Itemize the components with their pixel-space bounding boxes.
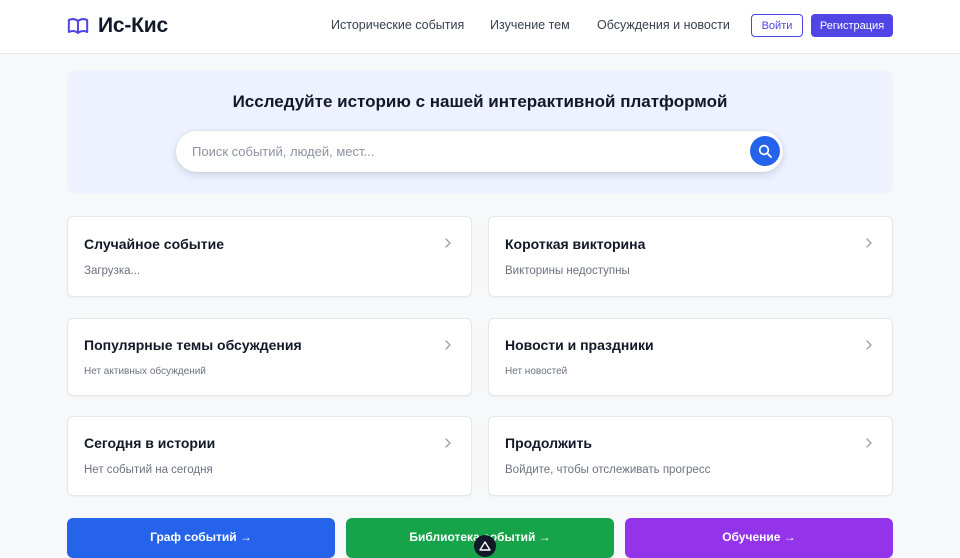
card-title: Продолжить: [505, 435, 592, 451]
nav-link-historical-events[interactable]: Исторические события: [331, 18, 464, 32]
floating-triangle-icon[interactable]: [474, 535, 496, 557]
triangle-icon: [479, 541, 491, 551]
search-button[interactable]: [750, 136, 780, 166]
card-subtitle: Загрузка...: [84, 265, 141, 277]
top-navbar: Ис-Кис Исторические события Изучение тем…: [0, 0, 960, 54]
chevron-right-icon: [445, 238, 451, 248]
card-news-holidays[interactable]: Новости и праздники Нет новостей: [488, 318, 893, 396]
card-random-event[interactable]: Случайное событие Загрузка...: [67, 216, 472, 297]
login-button[interactable]: Войти: [751, 14, 803, 37]
card-subtitle: Нет активных обсуждений: [84, 366, 206, 377]
chevron-right-icon: [866, 438, 872, 448]
card-title: Сегодня в истории: [84, 435, 216, 451]
card-quick-quiz[interactable]: Короткая викторина Викторины недоступны: [488, 216, 893, 297]
nav-link-topics[interactable]: Изучение тем: [490, 18, 570, 32]
card-title: Короткая викторина: [505, 236, 646, 252]
chevron-right-icon: [866, 238, 872, 248]
card-title: Новости и праздники: [505, 337, 654, 353]
nav-link-discussions-news[interactable]: Обсуждения и новости: [597, 18, 730, 32]
search-icon: [758, 144, 772, 158]
brand-name: Ис-Кис: [98, 14, 168, 37]
card-subtitle: Нет событий на сегодня: [84, 464, 213, 476]
learning-button[interactable]: Обучение →: [625, 518, 893, 558]
search-bar: [176, 131, 783, 172]
register-button[interactable]: Регистрация: [811, 14, 893, 37]
search-input[interactable]: [192, 131, 732, 172]
card-subtitle: Викторины недоступны: [505, 265, 630, 277]
hero-title: Исследуйте историю с нашей интерактивной…: [232, 92, 728, 111]
card-popular-topics[interactable]: Популярные темы обсуждения Нет активных …: [67, 318, 472, 396]
card-today-in-history[interactable]: Сегодня в истории Нет событий на сегодня: [67, 416, 472, 496]
chevron-right-icon: [866, 340, 872, 350]
card-subtitle: Нет новостей: [505, 366, 568, 377]
chevron-right-icon: [445, 340, 451, 350]
chevron-right-icon: [445, 438, 451, 448]
card-title: Случайное событие: [84, 236, 224, 252]
card-title: Популярные темы обсуждения: [84, 337, 302, 353]
hero-section: Исследуйте историю с нашей интерактивной…: [67, 70, 893, 194]
open-book-icon: [67, 18, 89, 34]
brand-logo[interactable]: Ис-Кис: [67, 13, 168, 39]
card-subtitle: Войдите, чтобы отслеживать прогресс: [505, 464, 711, 476]
card-continue[interactable]: Продолжить Войдите, чтобы отслеживать пр…: [488, 416, 893, 496]
event-graph-button[interactable]: Граф событий →: [67, 518, 335, 558]
